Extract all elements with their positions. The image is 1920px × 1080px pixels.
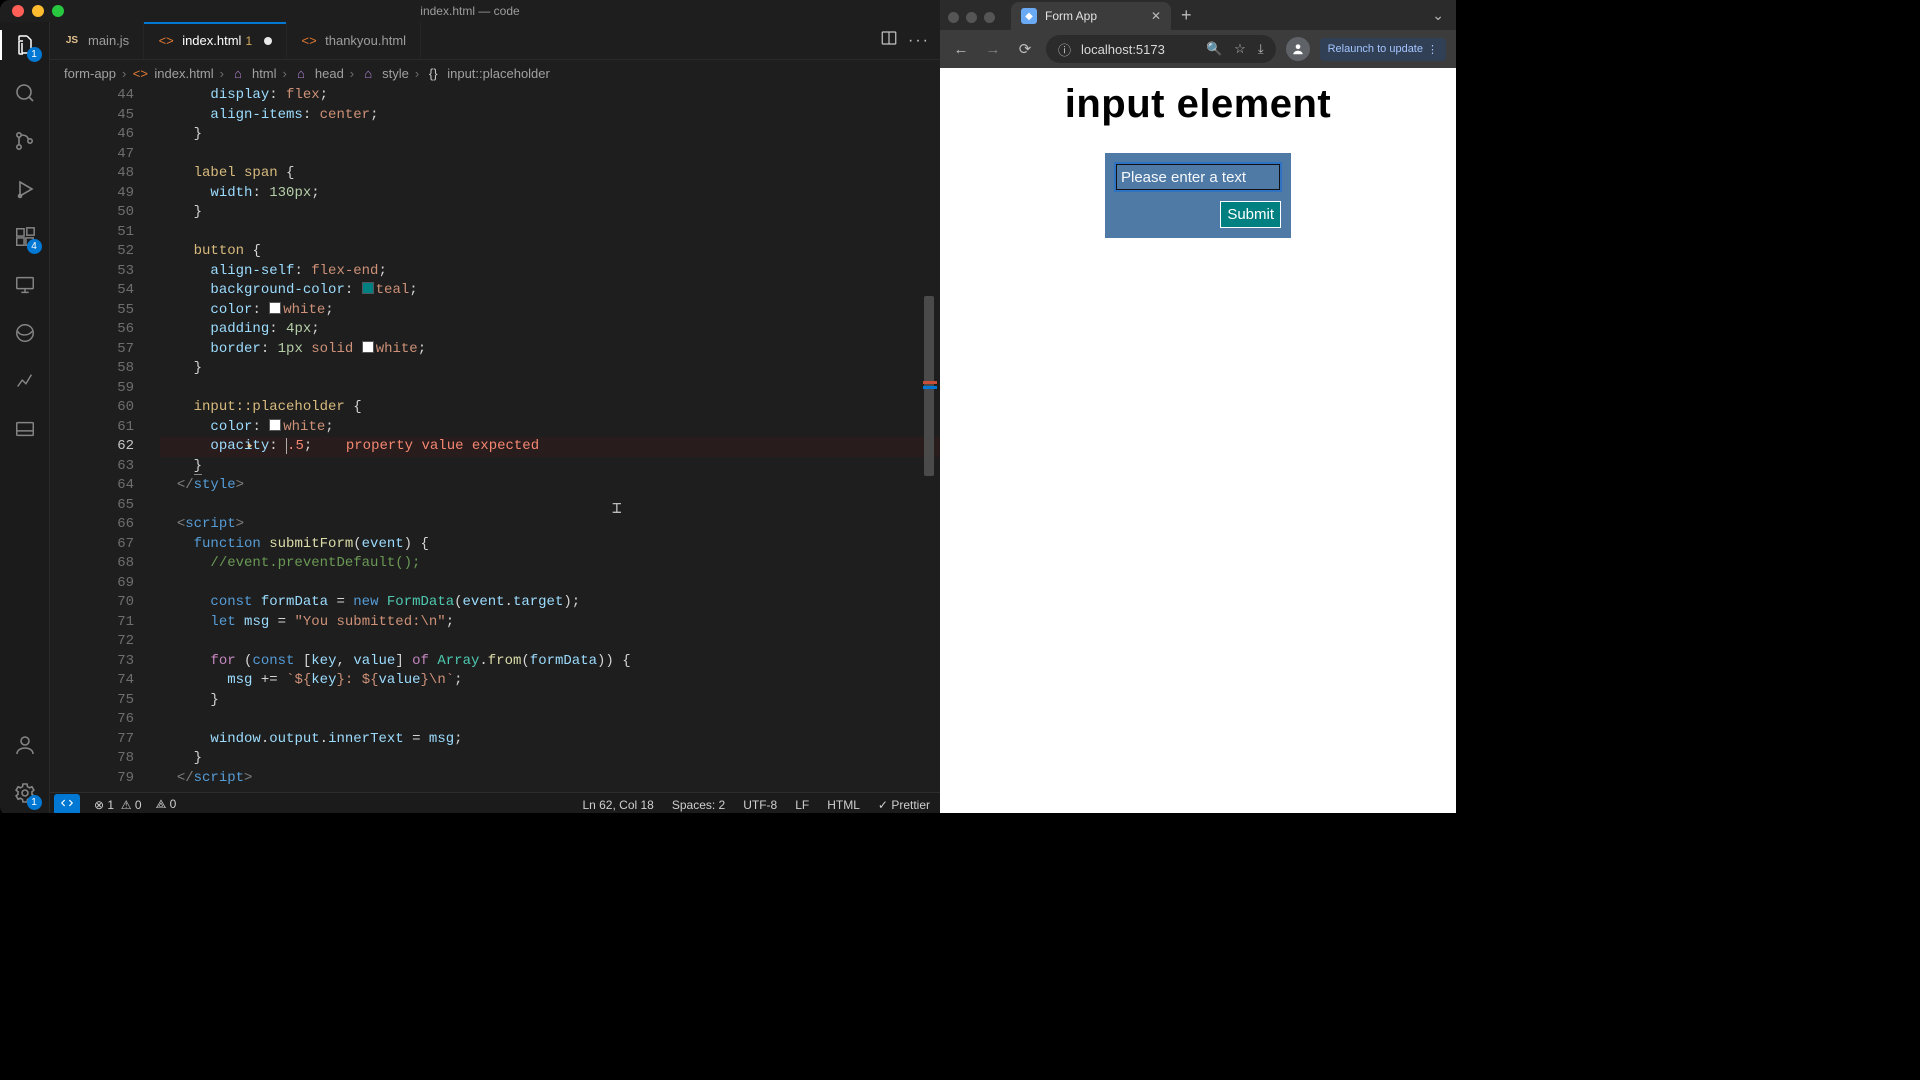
breadcrumb-item[interactable]: <>index.html — [132, 65, 213, 81]
chevron-right-icon: › — [283, 66, 287, 81]
extensions-icon[interactable]: 4 — [12, 224, 38, 250]
forward-button[interactable]: → — [982, 41, 1004, 58]
status-problems[interactable]: ⊗ 1 ⚠ 0 — [94, 798, 142, 812]
js-file-icon: JS — [64, 33, 80, 49]
inline-error-hint: property value expected — [346, 438, 539, 454]
html-file-icon: <> — [158, 33, 174, 49]
zoom-window-icon[interactable] — [984, 12, 995, 23]
status-formatter[interactable]: ✓ Prettier — [878, 798, 930, 812]
address-bar[interactable]: ⓘ localhost:5173 🔍 ☆ ⤓ — [1046, 35, 1276, 63]
status-encoding[interactable]: UTF-8 — [743, 798, 777, 812]
page-content: input element Submit — [940, 68, 1456, 816]
browser-tab[interactable]: ◆ Form App ✕ — [1011, 2, 1171, 30]
breadcrumb-item[interactable]: ⌂head — [293, 65, 344, 81]
macos-traffic-lights: index.html — code — [0, 0, 940, 22]
tab-list-chevron-icon[interactable]: ⌄ — [1420, 7, 1456, 24]
run-debug-icon[interactable] — [12, 176, 38, 202]
browser-window: ◆ Form App ✕ + ⌄ ← → ⟳ ⓘ localhost:5173 … — [940, 0, 1456, 816]
vscode-window: index.html — code 1 4 — [0, 0, 940, 816]
zoom-reset-icon[interactable]: 🔍 — [1206, 41, 1222, 57]
chevron-right-icon: › — [220, 66, 224, 81]
overview-error-marker[interactable] — [923, 381, 937, 384]
source-control-icon[interactable] — [12, 128, 38, 154]
status-ports[interactable]: ⟁ 0 — [156, 797, 177, 812]
panel-icon[interactable] — [12, 416, 38, 442]
tab-problem-count: 1 — [245, 34, 252, 48]
code-content[interactable]: display: flex; align-items: center; } la… — [160, 86, 940, 792]
settings-gear-icon[interactable]: 1 — [12, 780, 38, 806]
extensions-badge: 4 — [27, 239, 42, 254]
chevron-right-icon: › — [350, 66, 354, 81]
tab-indexhtml[interactable]: <> index.html 1 — [144, 22, 287, 59]
remote-indicator-icon[interactable] — [54, 794, 80, 815]
tab-label: thankyou.html — [325, 33, 406, 48]
editor-tabs: JS main.js <> index.html 1 <> thankyou.h… — [50, 22, 940, 60]
kebab-menu-icon: ⋮ — [1427, 43, 1438, 56]
browser-tab-title: Form App — [1045, 9, 1097, 23]
account-icon[interactable] — [12, 732, 38, 758]
settings-badge: 1 — [27, 795, 42, 810]
url-text: localhost:5173 — [1081, 42, 1165, 57]
site-info-icon[interactable]: ⓘ — [1058, 40, 1071, 59]
browser-chrome: ◆ Form App ✕ + ⌄ ← → ⟳ ⓘ localhost:5173 … — [940, 0, 1456, 68]
ibeam-cursor-icon: ⌶ — [612, 500, 622, 520]
breadcrumb-item[interactable]: ⌂style — [360, 65, 409, 81]
page-title: input element — [1065, 82, 1332, 127]
remote-explorer-icon[interactable] — [12, 272, 38, 298]
window-shadow — [0, 813, 1456, 816]
reload-button[interactable]: ⟳ — [1014, 40, 1036, 58]
error-count-icon: ⊗ — [94, 798, 104, 812]
demo-form: Submit — [1105, 153, 1291, 238]
breadcrumb-item[interactable]: {}input::placeholder — [425, 65, 550, 81]
breadcrumbs[interactable]: form-app › <>index.html › ⌂html › ⌂head … — [50, 60, 940, 86]
browser-toolbar: ← → ⟳ ⓘ localhost:5173 🔍 ☆ ⤓ Relaunch to… — [940, 30, 1456, 68]
warning-count-icon: ⚠ — [121, 798, 132, 812]
macos-traffic-lights — [948, 12, 995, 30]
split-editor-icon[interactable] — [880, 29, 898, 52]
radio-tower-icon: ⟁ — [156, 797, 167, 811]
line-number-gutter: 4445464748495051525354555657585960616263… — [50, 86, 160, 792]
tab-mainjs[interactable]: JS main.js — [50, 22, 144, 59]
explorer-badge: 1 — [27, 47, 42, 62]
graph-icon[interactable] — [12, 368, 38, 394]
tab-dirty-icon — [264, 37, 272, 45]
explorer-icon[interactable]: 1 — [12, 32, 38, 58]
minimize-window-icon[interactable] — [966, 12, 977, 23]
chevron-right-icon: › — [415, 66, 419, 81]
tab-label: main.js — [88, 33, 129, 48]
close-window-icon[interactable] — [948, 12, 959, 23]
check-icon: ✓ — [878, 798, 888, 812]
status-cursor-pos[interactable]: Ln 62, Col 18 — [582, 798, 653, 812]
status-eol[interactable]: LF — [795, 798, 809, 812]
favicon-icon: ◆ — [1021, 8, 1037, 24]
code-editor[interactable]: 4445464748495051525354555657585960616263… — [50, 86, 940, 792]
close-tab-icon[interactable]: ✕ — [1151, 9, 1161, 23]
status-indent[interactable]: Spaces: 2 — [672, 798, 725, 812]
tab-thankyouhtml[interactable]: <> thankyou.html — [287, 22, 421, 59]
ai-suggestion-icon[interactable]: ✦ — [246, 437, 253, 457]
tab-label: index.html — [182, 33, 241, 48]
more-actions-icon[interactable]: ··· — [908, 32, 930, 50]
back-button[interactable]: ← — [950, 41, 972, 58]
new-tab-button[interactable]: + — [1171, 5, 1202, 26]
search-icon[interactable] — [12, 80, 38, 106]
breadcrumb-item[interactable]: ⌂html — [230, 65, 277, 81]
install-app-icon[interactable]: ⤓ — [1258, 41, 1264, 57]
profile-avatar-icon[interactable] — [1286, 37, 1310, 61]
breadcrumb-item[interactable]: form-app — [64, 66, 116, 81]
html-file-icon: <> — [301, 33, 317, 49]
window-title: index.html — code — [0, 4, 940, 18]
browser-tabbar: ◆ Form App ✕ + ⌄ — [940, 0, 1456, 30]
submit-button[interactable]: Submit — [1220, 201, 1281, 228]
overview-cursor-marker — [923, 386, 937, 389]
relaunch-to-update-button[interactable]: Relaunch to update ⋮ — [1320, 38, 1446, 61]
text-input[interactable] — [1115, 163, 1281, 191]
activity-bar: 1 4 — [0, 22, 50, 816]
chevron-right-icon: › — [122, 66, 126, 81]
status-language[interactable]: HTML — [827, 798, 860, 812]
editor-area: JS main.js <> index.html 1 <> thankyou.h… — [50, 22, 940, 816]
bookmark-star-icon[interactable]: ☆ — [1234, 41, 1246, 57]
edge-tools-icon[interactable] — [12, 320, 38, 346]
